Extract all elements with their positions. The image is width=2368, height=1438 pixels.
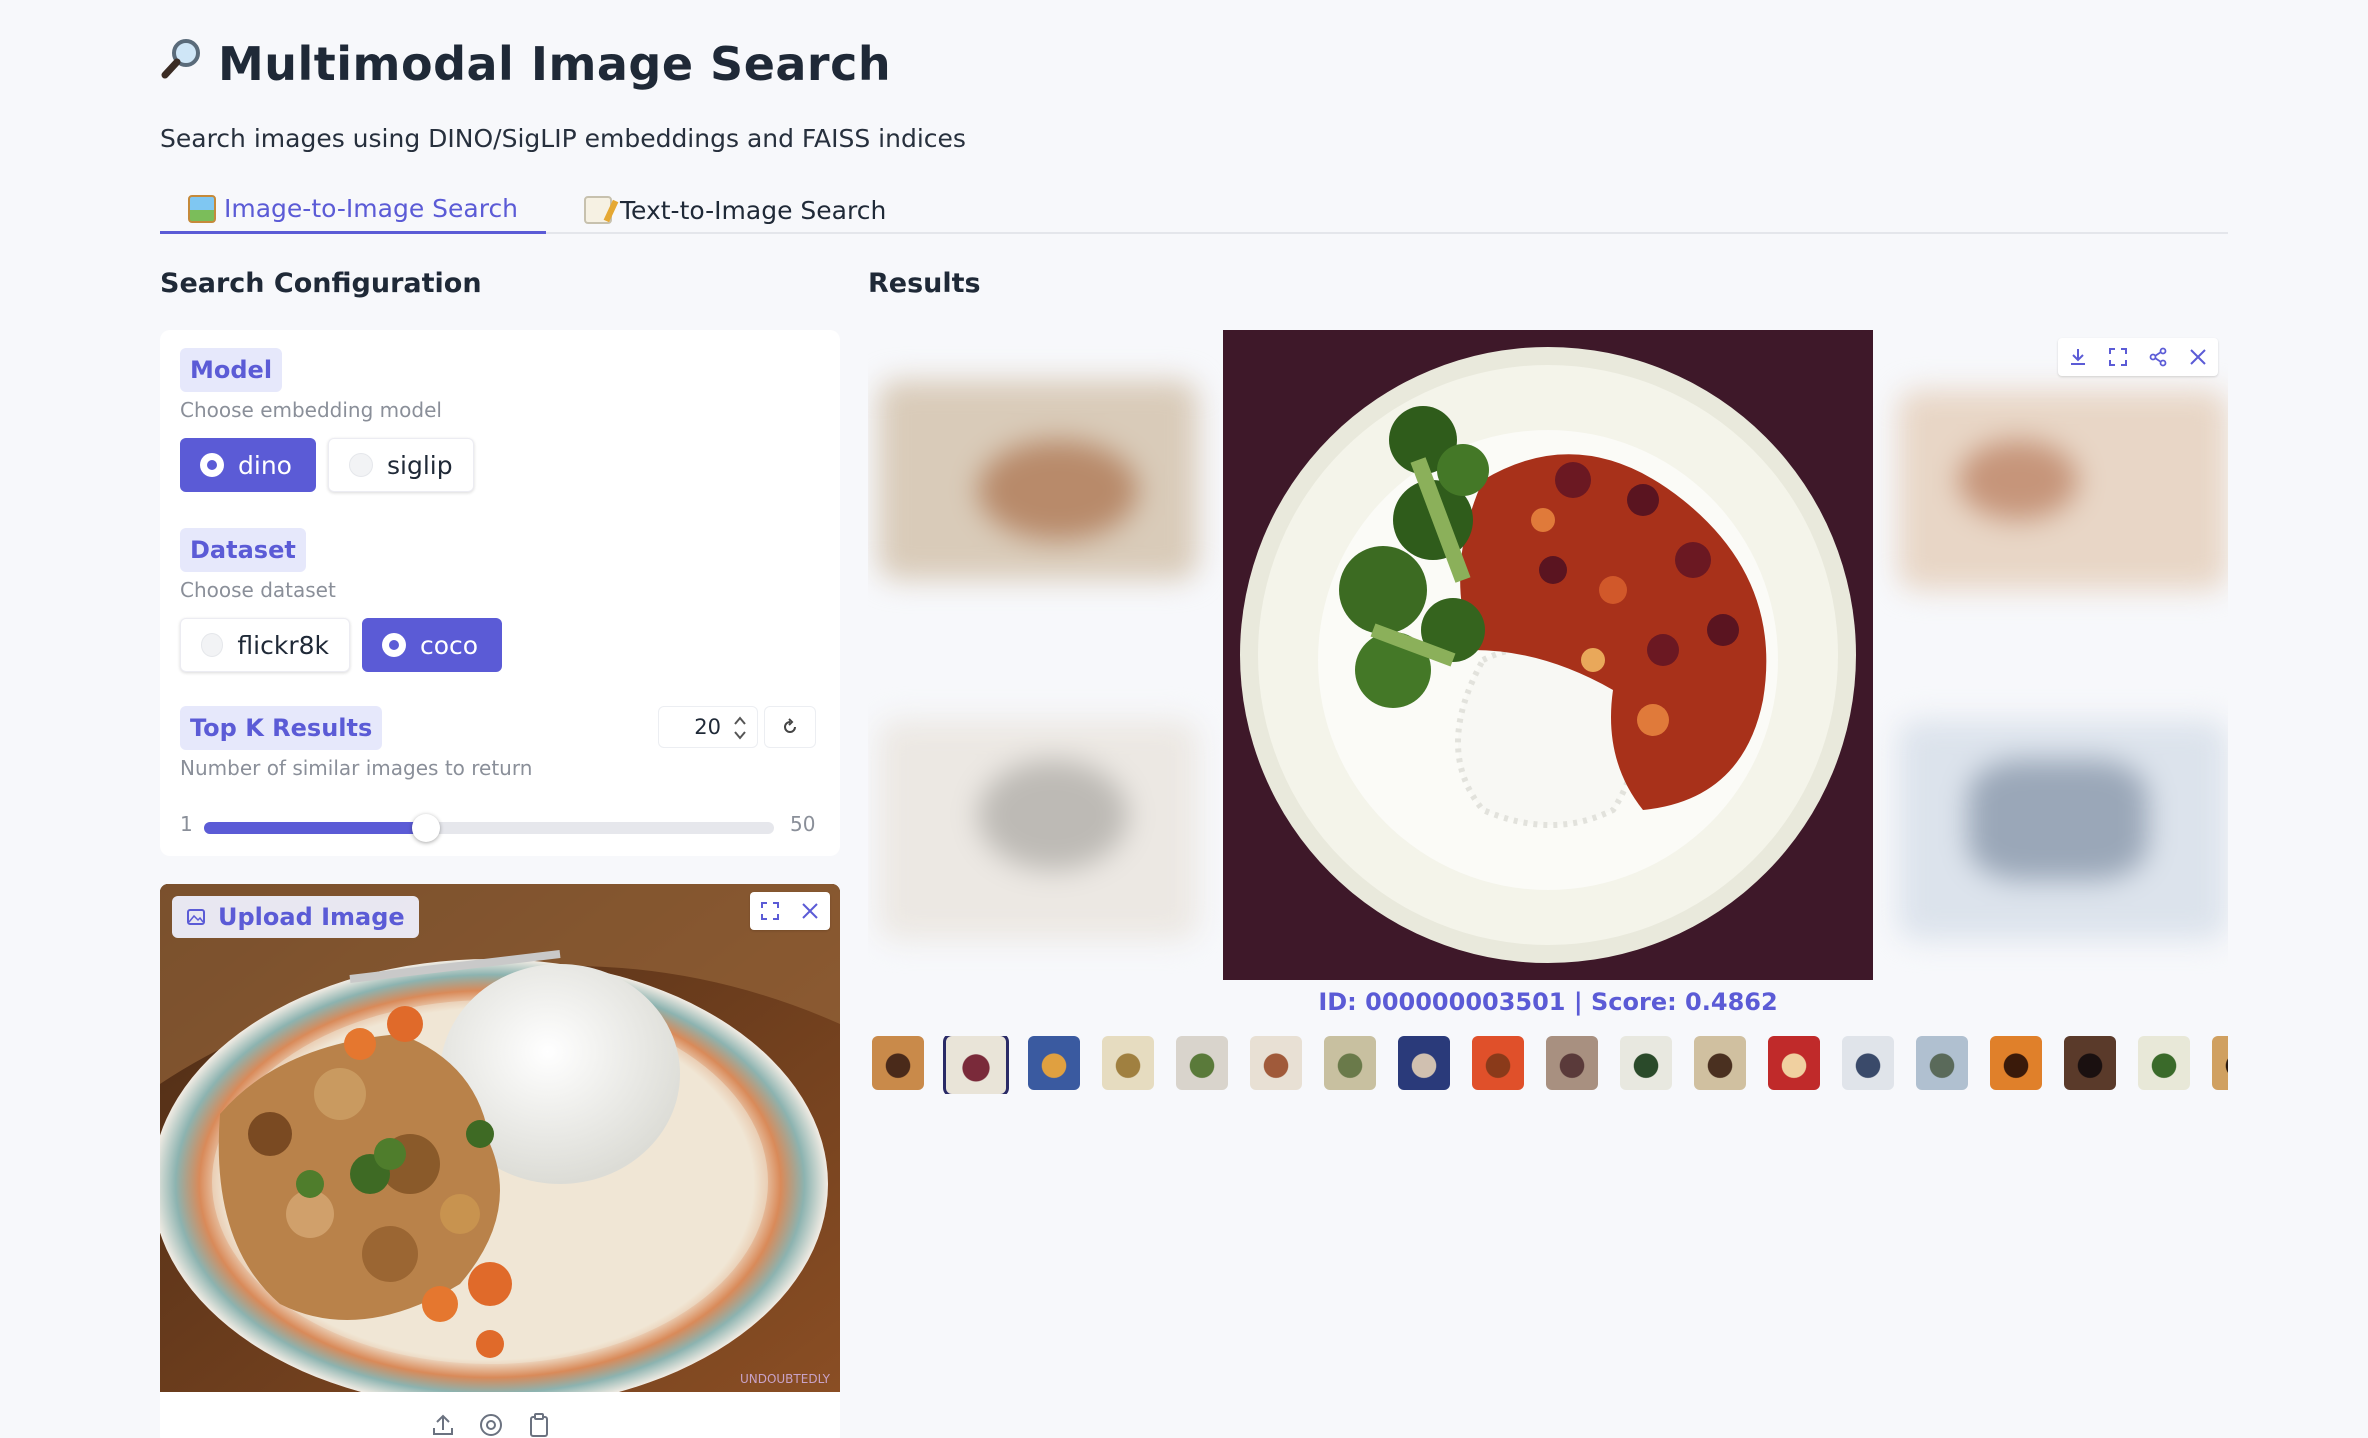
result-thumbnail[interactable] (1472, 1036, 1524, 1090)
result-fullscreen-button[interactable] (2098, 338, 2138, 376)
result-thumbnail[interactable] (2064, 1036, 2116, 1090)
result-thumbnail[interactable] (1620, 1036, 1672, 1090)
upload-image-label: Upload Image (172, 896, 419, 938)
reset-icon (784, 718, 796, 733)
radio-dot (349, 453, 373, 477)
share-button[interactable] (2138, 338, 2178, 376)
search-config-panel: Model Choose embedding model dino siglip… (160, 330, 840, 856)
spinner-arrows-icon[interactable] (731, 713, 749, 743)
download-icon (2071, 349, 2085, 365)
result-thumbnail[interactable] (2138, 1036, 2190, 1090)
clipboard-icon[interactable] (526, 1412, 552, 1438)
result-thumbnail[interactable] (1546, 1036, 1598, 1090)
result-thumbnail[interactable] (1324, 1036, 1376, 1090)
memo-icon (584, 196, 612, 224)
reset-button[interactable] (764, 706, 816, 748)
model-option-dino[interactable]: dino (180, 438, 316, 492)
upload-icon[interactable] (430, 1412, 456, 1438)
upload-image-panel: UNDOUBTEDLY Upload Image (160, 884, 840, 1438)
option-label: siglip (387, 450, 453, 480)
tab-image-to-image[interactable]: Image-to-Image Search (160, 186, 547, 234)
topk-slider[interactable] (204, 814, 774, 842)
close-preview-button[interactable] (2178, 338, 2218, 376)
topk-number-input[interactable]: 20 (658, 706, 758, 748)
results-gallery: ID: 000000003501 | Score: 0.4862 (868, 330, 2228, 1114)
topk-number-control: 20 (658, 706, 822, 748)
slider-min-label: 1 (180, 812, 193, 836)
download-button[interactable] (2058, 338, 2098, 376)
result-thumbnail[interactable] (1028, 1036, 1080, 1090)
topk-label: Top K Results (180, 706, 383, 750)
webcam-icon[interactable] (478, 1412, 504, 1438)
result-thumbnail[interactable] (1250, 1036, 1302, 1090)
topk-info: Number of similar images to return (180, 756, 533, 780)
fullscreen-icon (2109, 348, 2127, 366)
result-thumbnail[interactable] (1842, 1036, 1894, 1090)
slider-fill (204, 822, 427, 834)
upload-toolbar (750, 892, 830, 930)
config-section-title: Search Configuration (160, 268, 482, 299)
tab-text-to-image[interactable]: Text-to-Image Search (556, 186, 914, 234)
radio-dot (382, 633, 406, 657)
model-label: Model (180, 348, 283, 392)
tab-label: Text-to-Image Search (620, 195, 887, 225)
results-section-title: Results (868, 268, 981, 299)
option-label: coco (420, 630, 479, 660)
option-label: dino (238, 450, 292, 480)
tab-label: Image-to-Image Search (224, 194, 519, 223)
result-thumbnail[interactable] (1102, 1036, 1154, 1090)
dataset-info: Choose dataset (180, 578, 336, 602)
result-thumbnail[interactable] (1768, 1036, 1820, 1090)
slider-max-label: 50 (790, 812, 816, 836)
result-thumbnail[interactable] (1398, 1036, 1450, 1090)
framed-picture-icon (188, 194, 216, 223)
radio-dot (200, 453, 224, 477)
close-icon (802, 903, 818, 919)
radio-dot (201, 633, 224, 657)
result-thumbnail[interactable] (943, 1036, 1009, 1094)
result-thumbnail[interactable] (1176, 1036, 1228, 1090)
close-icon (2190, 349, 2206, 365)
page-subtitle: Search images using DINO/SigLIP embeddin… (160, 124, 966, 153)
selected-result-image[interactable] (1223, 330, 1873, 980)
fullscreen-button[interactable] (750, 892, 790, 930)
dataset-option-flickr8k[interactable]: flickr8k (180, 618, 350, 672)
image-watermark: UNDOUBTEDLY (739, 1372, 830, 1386)
topk-value: 20 (694, 715, 721, 739)
result-toolbar (2058, 338, 2218, 376)
tab-bar: Image-to-Image Search Text-to-Image Sear… (160, 186, 2228, 234)
clear-image-button[interactable] (790, 892, 830, 930)
result-thumbnail[interactable] (2212, 1036, 2228, 1090)
share-icon (2149, 347, 2167, 367)
page-title-text: Multimodal Image Search (218, 37, 892, 91)
model-info: Choose embedding model (180, 398, 442, 422)
dataset-option-coco[interactable]: coco (362, 618, 502, 672)
uploaded-food-image[interactable]: UNDOUBTEDLY (160, 884, 840, 1392)
result-thumbnail[interactable] (1694, 1036, 1746, 1090)
result-caption: ID: 000000003501 | Score: 0.4862 (1318, 988, 1778, 1016)
dataset-label: Dataset (180, 528, 306, 572)
app-root: Multimodal Image Search Search images us… (160, 0, 2228, 1438)
model-option-siglip[interactable]: siglip (328, 438, 474, 492)
thumbnail-strip (872, 1036, 2228, 1094)
option-label: flickr8k (237, 630, 329, 660)
magnifier-icon (160, 37, 204, 91)
fullscreen-icon (761, 902, 779, 920)
result-thumbnail[interactable] (1916, 1036, 1968, 1090)
result-thumbnail[interactable] (1990, 1036, 2042, 1090)
slider-thumb[interactable] (412, 814, 441, 842)
image-icon (187, 909, 205, 925)
upload-source-actions (430, 1412, 552, 1438)
page-title: Multimodal Image Search (160, 36, 891, 92)
result-thumbnail[interactable] (872, 1036, 924, 1090)
upload-label-text: Upload Image (218, 903, 405, 931)
